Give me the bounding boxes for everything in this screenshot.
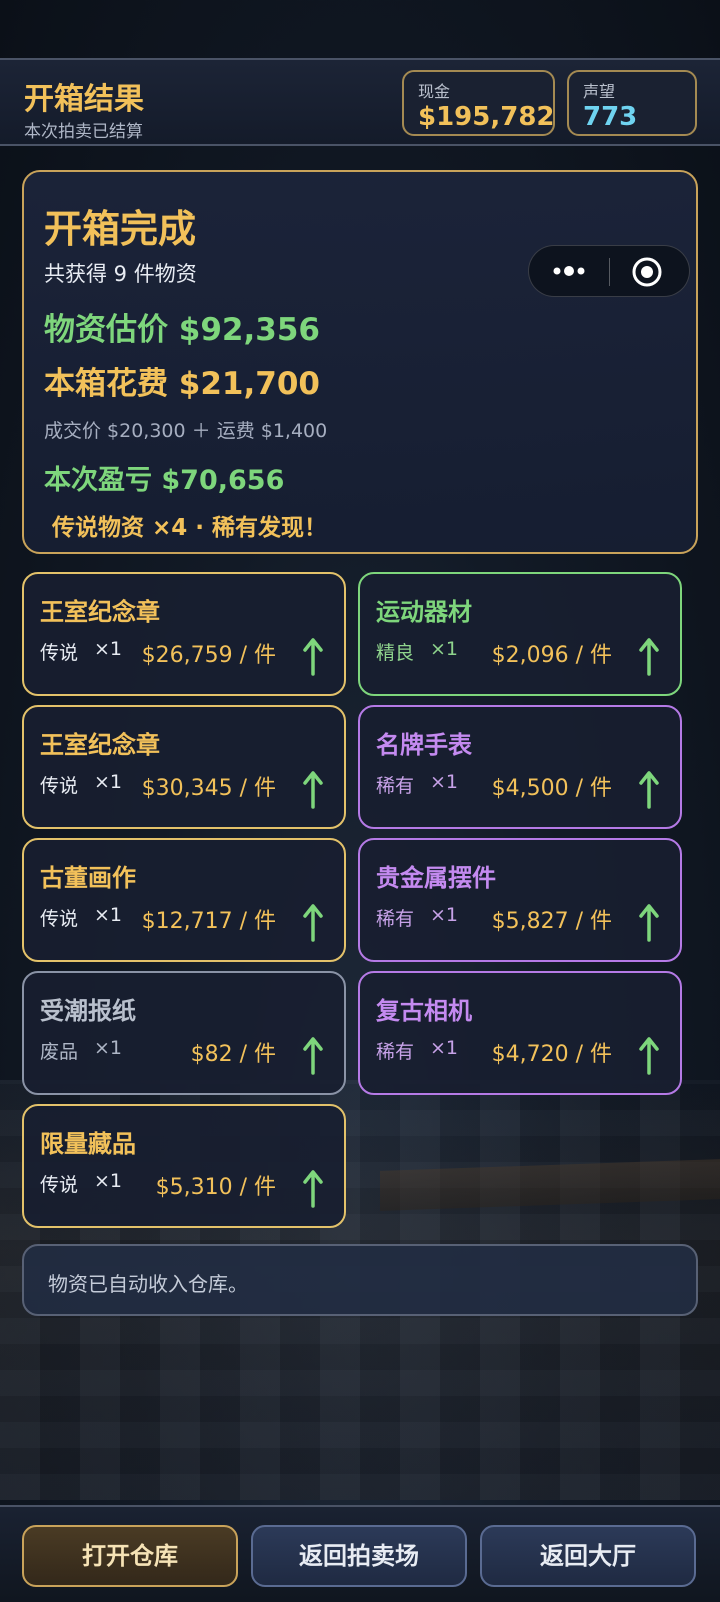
arrow-up-icon [303, 638, 323, 676]
item-price: $82 / 件 [190, 1042, 276, 1067]
page-title: 开箱结果 [24, 82, 144, 117]
cost-detail: 成交价 $20,300 ＋ 运费 $1,400 [44, 420, 328, 442]
item-card[interactable]: 复古相机 稀有 ×1 $4,720 / 件 [358, 971, 682, 1095]
arrow-up-icon [639, 904, 659, 942]
back-to-lobby-button[interactable]: 返回大厅 [480, 1525, 696, 1587]
item-name: 复古相机 [376, 997, 472, 1025]
item-name: 限量藏品 [40, 1130, 136, 1158]
item-price: $2,096 / 件 [491, 643, 612, 668]
cash-value: $195,782 [418, 102, 555, 132]
info-note: 物资已自动收入仓库。 [22, 1244, 698, 1316]
item-name: 古董画作 [40, 864, 136, 892]
summary-title: 开箱完成 [44, 207, 197, 251]
item-card[interactable]: 贵金属摆件 稀有 ×1 $5,827 / 件 [358, 838, 682, 962]
item-name: 受潮报纸 [40, 997, 136, 1025]
cash-panel: 现金 $195,782 [402, 70, 555, 136]
item-price: $26,759 / 件 [141, 643, 276, 668]
cash-label: 现金 [418, 82, 451, 101]
item-rarity: 传说 [40, 1174, 79, 1196]
miniprogram-capsule [528, 245, 690, 297]
item-quantity: ×1 [430, 904, 459, 926]
target-circle-icon[interactable] [631, 256, 663, 288]
arrow-up-icon [303, 771, 323, 809]
item-name: 王室纪念章 [40, 598, 160, 626]
item-rarity: 传说 [40, 908, 79, 930]
item-card[interactable]: 限量藏品 传说 ×1 $5,310 / 件 [22, 1104, 346, 1228]
item-price: $12,717 / 件 [141, 909, 276, 934]
page-subtitle: 本次拍卖已结算 [24, 122, 143, 142]
item-quantity: ×1 [430, 638, 459, 660]
item-quantity: ×1 [430, 771, 459, 793]
arrow-up-icon [639, 1037, 659, 1075]
highlight-tag: 传说物资 ×4 · 稀有发现！ [52, 515, 328, 541]
item-quantity: ×1 [94, 638, 123, 660]
item-rarity: 稀有 [376, 908, 415, 930]
arrow-up-icon [303, 1037, 323, 1075]
open-warehouse-button[interactable]: 打开仓库 [22, 1525, 238, 1587]
item-name: 贵金属摆件 [376, 864, 496, 892]
item-rarity: 传说 [40, 642, 79, 664]
arrow-up-icon [639, 638, 659, 676]
top-header: 开箱结果 本次拍卖已结算 现金 $195,782 声望 773 [0, 58, 720, 146]
item-price: $5,310 / 件 [155, 1175, 276, 1200]
item-price: $5,827 / 件 [491, 909, 612, 934]
bottom-action-bar: 打开仓库 返回拍卖场 返回大厅 [0, 1505, 720, 1602]
reputation-panel: 声望 773 [567, 70, 697, 136]
arrow-up-icon [303, 1170, 323, 1208]
item-card[interactable]: 名牌手表 稀有 ×1 $4,500 / 件 [358, 705, 682, 829]
arrow-up-icon [639, 771, 659, 809]
item-price: $30,345 / 件 [141, 776, 276, 801]
item-name: 运动器材 [376, 598, 472, 626]
item-name: 名牌手表 [376, 731, 472, 759]
item-card[interactable]: 王室纪念章 传说 ×1 $26,759 / 件 [22, 572, 346, 696]
reputation-value: 773 [583, 102, 638, 132]
item-rarity: 稀有 [376, 1041, 415, 1063]
item-quantity: ×1 [94, 1037, 123, 1059]
estimate-value: 物资估价 $92,356 [44, 312, 320, 348]
item-card[interactable]: 受潮报纸 废品 ×1 $82 / 件 [22, 971, 346, 1095]
item-price: $4,720 / 件 [491, 1042, 612, 1067]
summary-card: 开箱完成 共获得 9 件物资 物资估价 $92,356 本箱花费 $21,700… [22, 170, 698, 554]
capsule-divider [609, 258, 610, 286]
more-dots-icon[interactable] [551, 261, 591, 281]
box-cost: 本箱花费 $21,700 [44, 366, 320, 402]
item-card[interactable]: 运动器材 精良 ×1 $2,096 / 件 [358, 572, 682, 696]
reputation-label: 声望 [583, 82, 616, 101]
item-count: 共获得 9 件物资 [44, 262, 197, 286]
info-note-text: 物资已自动收入仓库。 [48, 1272, 248, 1296]
profit-value: 本次盈亏 $70,656 [44, 465, 285, 496]
item-card[interactable]: 古董画作 传说 ×1 $12,717 / 件 [22, 838, 346, 962]
item-quantity: ×1 [430, 1037, 459, 1059]
arrow-up-icon [303, 904, 323, 942]
item-price: $4,500 / 件 [491, 776, 612, 801]
item-quantity: ×1 [94, 771, 123, 793]
item-rarity: 废品 [40, 1041, 79, 1063]
item-quantity: ×1 [94, 904, 123, 926]
item-quantity: ×1 [94, 1170, 123, 1192]
item-rarity: 传说 [40, 775, 79, 797]
back-to-auction-button[interactable]: 返回拍卖场 [251, 1525, 467, 1587]
item-rarity: 精良 [376, 642, 415, 664]
item-name: 王室纪念章 [40, 731, 160, 759]
item-rarity: 稀有 [376, 775, 415, 797]
item-card[interactable]: 王室纪念章 传说 ×1 $30,345 / 件 [22, 705, 346, 829]
